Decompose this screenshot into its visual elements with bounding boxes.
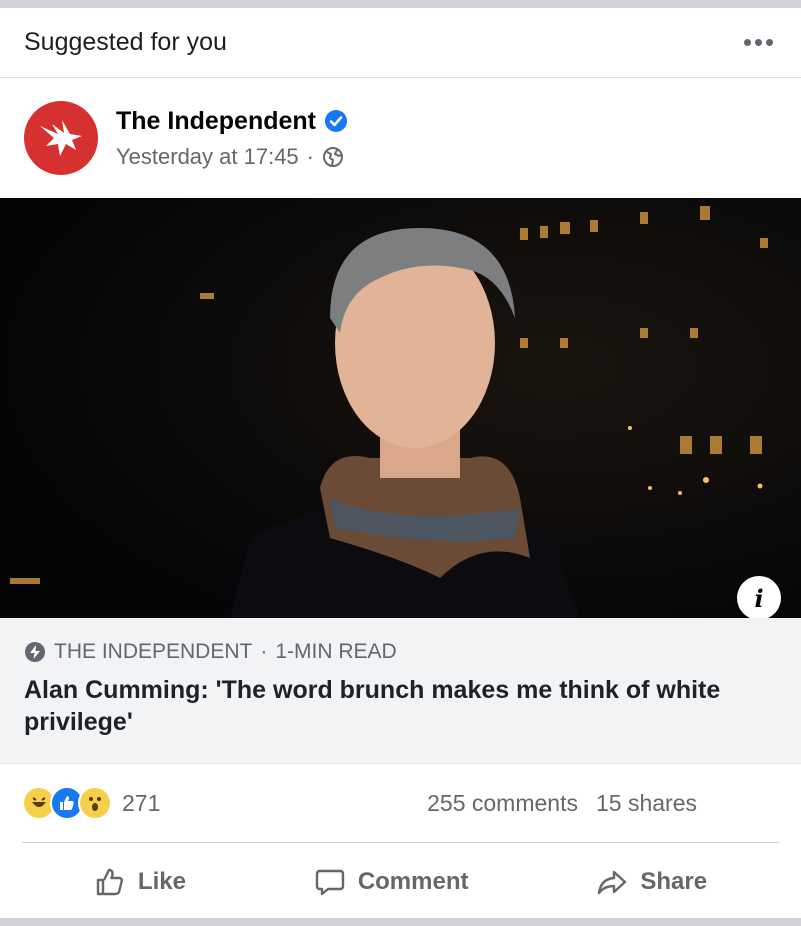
shares-count[interactable]: 15 shares bbox=[596, 790, 697, 817]
link-preview[interactable]: THE INDEPENDENT · 1-MIN READ Alan Cummin… bbox=[0, 618, 801, 764]
share-arrow-icon bbox=[598, 870, 627, 895]
reaction-summary[interactable]: 271 bbox=[22, 786, 160, 820]
page-name[interactable]: The Independent bbox=[116, 107, 316, 136]
suggested-label: Suggested for you bbox=[24, 28, 227, 56]
reaction-count: 271 bbox=[122, 789, 161, 816]
comments-count[interactable]: 255 comments bbox=[427, 790, 578, 817]
engagement-stats: 271 255 comments 15 shares bbox=[0, 764, 801, 842]
info-button[interactable]: i bbox=[737, 576, 781, 618]
link-title[interactable]: Alan Cumming: 'The word brunch makes me … bbox=[24, 674, 777, 738]
share-label: Share bbox=[640, 868, 708, 895]
article-photo-portrait bbox=[0, 198, 801, 618]
link-read-time: 1-MIN READ bbox=[275, 640, 397, 663]
link-source: THE INDEPENDENT bbox=[54, 640, 253, 663]
link-separator: · bbox=[260, 640, 268, 663]
post-timestamp[interactable]: Yesterday at 17:45 bbox=[116, 144, 299, 170]
comment-label: Comment bbox=[357, 868, 469, 895]
page-avatar[interactable] bbox=[24, 101, 98, 175]
wow-reaction-icon bbox=[78, 786, 112, 820]
article-image[interactable]: i bbox=[0, 198, 801, 618]
eagle-logo-icon bbox=[40, 120, 82, 156]
verified-badge-icon bbox=[325, 110, 347, 132]
dot-separator: · bbox=[306, 143, 314, 169]
comment-button[interactable]: Comment bbox=[314, 866, 469, 898]
more-options-icon[interactable] bbox=[738, 31, 779, 54]
like-button[interactable]: Like bbox=[94, 866, 186, 898]
post-card: Suggested for you The Independent Yester… bbox=[0, 8, 801, 918]
instant-article-bolt-icon bbox=[25, 642, 45, 662]
share-button[interactable]: Share bbox=[596, 866, 707, 898]
suggested-bar: Suggested for you bbox=[0, 8, 801, 78]
thumbs-up-icon bbox=[96, 868, 123, 896]
comment-bubble-icon bbox=[315, 869, 345, 896]
like-label: Like bbox=[137, 868, 186, 895]
post-header: The Independent Yesterday at 17:45 · bbox=[0, 78, 801, 198]
globe-icon bbox=[323, 146, 343, 167]
action-bar: Like Comment Share bbox=[0, 843, 801, 921]
